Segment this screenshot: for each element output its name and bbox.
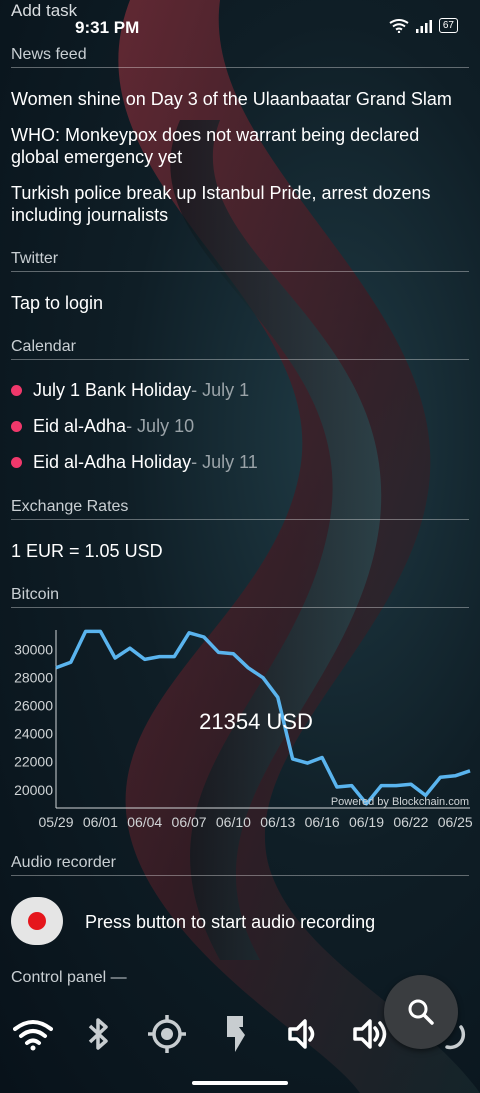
bitcoin-current-price: 21354 USD xyxy=(199,709,313,734)
x-tick-label: 06/22 xyxy=(393,814,428,830)
event-date: - July 1 xyxy=(191,380,250,400)
news-item[interactable]: Women shine on Day 3 of the Ulaanbaatar … xyxy=(11,88,469,110)
event-name: Eid al-Adha xyxy=(33,416,127,436)
volume-low-icon[interactable] xyxy=(282,1010,326,1058)
y-tick-label: 24000 xyxy=(14,726,53,742)
calendar-event[interactable]: Eid al-Adha Holiday - July 11 xyxy=(11,452,258,473)
status-time: 9:31 PM xyxy=(75,18,140,37)
record-icon xyxy=(28,912,46,930)
x-tick-label: 06/16 xyxy=(305,814,340,830)
x-tick-label: 06/10 xyxy=(216,814,251,830)
x-tick-label: 06/01 xyxy=(83,814,118,830)
event-dot-icon xyxy=(11,385,22,396)
home-indicator[interactable] xyxy=(192,1081,288,1085)
bluetooth-icon[interactable] xyxy=(77,1010,121,1058)
news-item[interactable]: WHO: Monkeypox does not warrant being de… xyxy=(11,124,469,168)
battery-icon: 67 xyxy=(438,18,458,33)
twitter-title: Twitter xyxy=(11,250,469,272)
powered-by-label: Powered by Blockchain.com xyxy=(331,796,469,808)
event-dot-icon xyxy=(11,457,22,468)
search-icon xyxy=(408,999,434,1025)
event-name: July 1 Bank Holiday xyxy=(33,380,192,400)
y-tick-label: 22000 xyxy=(14,754,53,770)
x-tick-label: 05/29 xyxy=(38,814,73,830)
y-tick-label: 20000 xyxy=(14,782,53,798)
calendar-title: Calendar xyxy=(11,338,469,360)
exchange-rates-title: Exchange Rates xyxy=(11,498,469,520)
event-date: - July 10 xyxy=(126,416,195,436)
flashlight-icon[interactable] xyxy=(213,1010,257,1058)
exchange-rate[interactable]: 1 EUR = 1.05 USD xyxy=(11,540,469,562)
wifi-signal-icon xyxy=(389,18,409,33)
y-tick-label: 28000 xyxy=(14,670,53,686)
record-prompt: Press button to start audio recording xyxy=(85,912,376,932)
x-tick-label: 06/19 xyxy=(349,814,384,830)
event-name: Eid al-Adha Holiday xyxy=(33,452,192,472)
audio-recorder-title: Audio recorder xyxy=(11,854,469,876)
event-dot-icon xyxy=(11,421,22,432)
news-feed-title: News feed xyxy=(11,46,469,68)
news-item[interactable]: Turkish police break up Istanbul Pride, … xyxy=(11,182,469,226)
event-date: - July 11 xyxy=(191,452,258,472)
cell-signal-icon xyxy=(415,19,432,33)
location-icon[interactable] xyxy=(145,1010,189,1058)
record-button[interactable] xyxy=(11,897,63,945)
search-button[interactable] xyxy=(384,975,458,1049)
y-tick-label: 26000 xyxy=(14,698,53,714)
x-tick-label: 06/07 xyxy=(172,814,207,830)
x-tick-label: 06/25 xyxy=(438,814,473,830)
calendar-event[interactable]: Eid al-Adha - July 10 xyxy=(11,416,194,437)
x-tick-label: 06/13 xyxy=(260,814,295,830)
wifi-icon[interactable] xyxy=(11,1010,55,1058)
x-tick-label: 06/04 xyxy=(127,814,162,830)
twitter-login-link[interactable]: Tap to login xyxy=(11,292,469,314)
status-icons: 67 xyxy=(389,18,458,33)
status-bar: 9:31 PM 67 xyxy=(0,14,480,42)
bitcoin-chart[interactable]: 30000 28000 26000 24000 22000 20000 05/29 06/0… xyxy=(0,622,480,832)
bitcoin-title: Bitcoin xyxy=(11,586,469,608)
y-tick-label: 30000 xyxy=(14,642,53,658)
calendar-event[interactable]: July 1 Bank Holiday - July 1 xyxy=(11,380,249,401)
